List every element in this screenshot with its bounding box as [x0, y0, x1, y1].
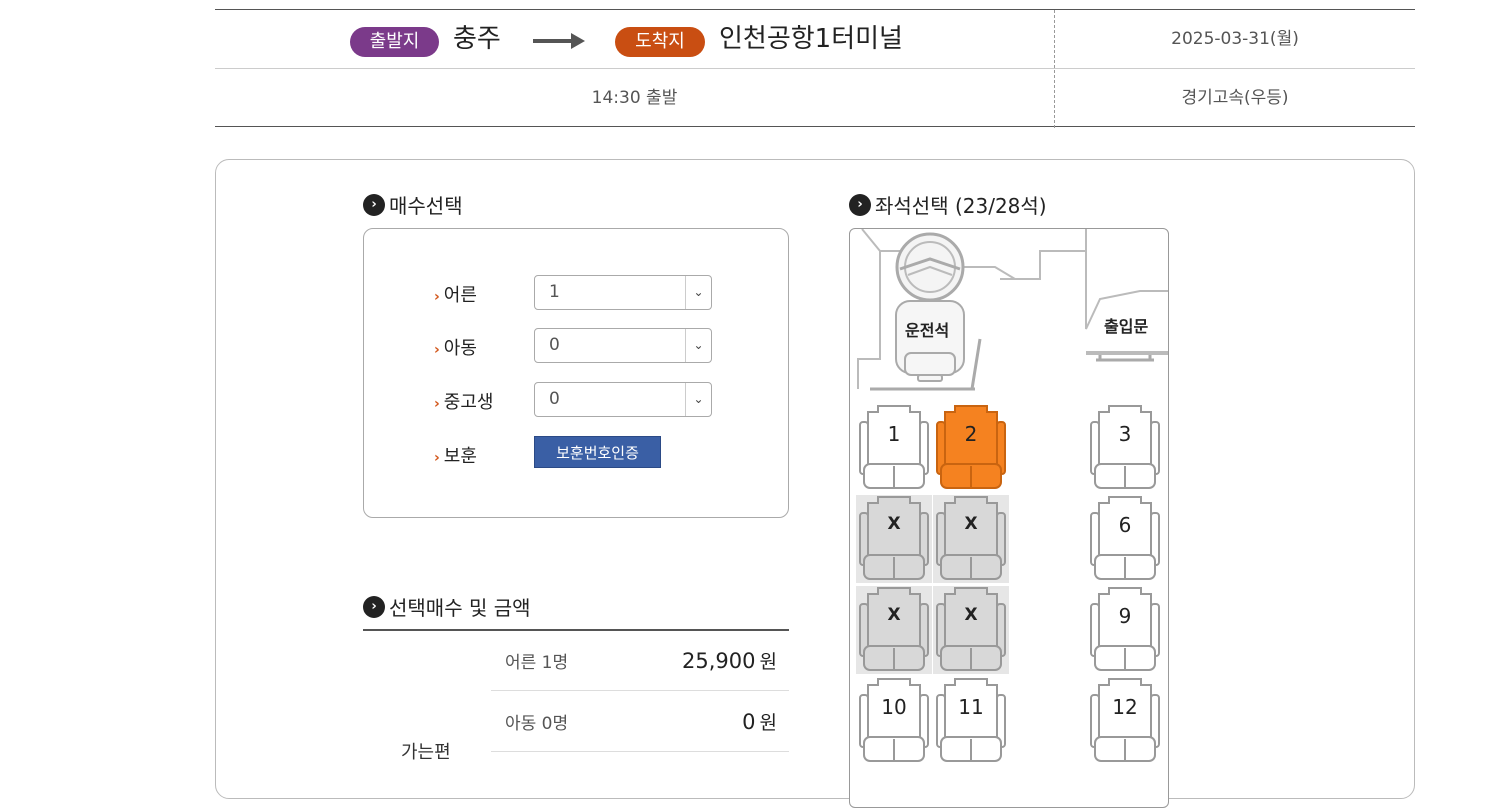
child-row: › 아동 0 ⌄	[364, 328, 790, 364]
chevron-right-circle-icon: ›	[363, 595, 385, 618]
adult-label: › 어른	[434, 281, 477, 307]
route-header: 출발지 충주 도착지 인천공항1터미널 2025-03-31(월) 14:30 …	[215, 9, 1415, 128]
trip-direction-label: 가는편	[401, 742, 451, 763]
adult-amount-value: 25,900	[682, 649, 756, 673]
arrival-badge: 도착지	[615, 27, 705, 57]
student-row: › 중고생 0 ⌄	[364, 382, 790, 418]
seat-icon	[859, 587, 929, 671]
departure-date: 2025-03-31(월)	[1171, 29, 1299, 49]
seat-number: 1	[887, 422, 901, 446]
chevron-right-icon: ›	[434, 342, 440, 358]
seat-icon	[859, 678, 929, 762]
adult-amount-unit: 원	[759, 651, 777, 673]
summary-child-label: 아동 0명	[505, 714, 569, 734]
seat-icon	[859, 496, 929, 580]
chevron-down-icon[interactable]: ⌄	[685, 329, 711, 362]
arrival-city: 인천공항1터미널	[719, 24, 903, 54]
chevron-right-icon: ›	[434, 396, 440, 412]
arrow-right-icon	[533, 33, 585, 49]
veteran-label: › 보훈	[434, 442, 477, 468]
driver-seat-label: 운전석	[905, 321, 950, 340]
summary-adult-amount: 25,900 원	[682, 647, 777, 674]
seat-number: X	[964, 605, 978, 625]
child-amount-value: 0	[742, 710, 756, 734]
seat-10[interactable]: 10	[856, 677, 932, 765]
summary-row-child: 아동 0명 0원	[491, 691, 789, 752]
quantity-box: › 어른 1 ⌄ › 아동 0 ⌄ › 중고생 0 ⌄ › 보훈 보훈번호인증	[363, 228, 789, 518]
seat-number: 2	[964, 422, 978, 446]
adult-select[interactable]: 1 ⌄	[534, 275, 712, 310]
door-label: 출입문	[1104, 317, 1149, 336]
student-select[interactable]: 0 ⌄	[534, 382, 712, 417]
seat-number: 9	[1118, 604, 1132, 628]
seat-9[interactable]: 9	[1087, 586, 1163, 674]
seat-number: X	[887, 605, 901, 625]
chevron-right-icon: ›	[434, 450, 440, 466]
seat-icon	[1090, 678, 1160, 762]
seat-section-title: › 좌석선택 (23/28석)	[849, 190, 1047, 219]
seat-number: 3	[1118, 422, 1132, 446]
seat-number: 10	[881, 695, 907, 719]
seat-icon	[1090, 405, 1160, 489]
chevron-right-circle-icon: ›	[363, 193, 385, 216]
summary-section-title: › 선택매수 및 금액	[363, 592, 531, 621]
seat-2[interactable]: 2	[933, 404, 1009, 492]
seat-6[interactable]: 6	[1087, 495, 1163, 583]
seat-map: 운전석 출입문 1 2 3 X X 6 X X 9 10 11 12	[849, 228, 1169, 808]
summary-adult-label: 어른 1명	[505, 653, 569, 673]
seat-title-text: 좌석선택 (23/28석)	[875, 194, 1047, 218]
child-label: › 아동	[434, 334, 477, 360]
veteran-verify-button[interactable]: 보훈번호인증	[534, 436, 661, 468]
route-row: 출발지 충주 도착지 인천공항1터미널 2025-03-31(월)	[215, 10, 1415, 69]
student-label: › 중고생	[434, 388, 493, 414]
veteran-row: › 보훈 보훈번호인증	[364, 436, 790, 472]
header-divider	[1054, 10, 1055, 128]
seat-number: 6	[1118, 513, 1132, 537]
chevron-right-icon: ›	[434, 289, 440, 305]
departure-time: 14:30 출발	[591, 88, 678, 108]
summary-child-amount: 0원	[742, 708, 777, 735]
seat-number: 11	[958, 695, 984, 719]
seat-icon	[936, 405, 1006, 489]
quantity-section-title: › 매수선택	[363, 190, 463, 219]
seat-number: X	[887, 514, 901, 534]
chevron-right-circle-icon: ›	[849, 193, 871, 216]
booking-panel: › 매수선택 › 어른 1 ⌄ › 아동 0 ⌄ › 중고생 0 ⌄ › 보훈 보훈번호인증 …	[215, 159, 1415, 808]
student-select-value: 0	[549, 389, 560, 409]
veteran-label-text: 보훈	[443, 446, 477, 467]
seat-taken: X	[856, 495, 932, 583]
seat-1[interactable]: 1	[856, 404, 932, 492]
summary-title-text: 선택매수 및 금액	[389, 596, 531, 620]
seat-icon	[936, 678, 1006, 762]
departure-badge: 출발지	[350, 27, 439, 57]
seat-11[interactable]: 11	[933, 677, 1009, 765]
seat-3[interactable]: 3	[1087, 404, 1163, 492]
seat-icon	[936, 496, 1006, 580]
child-amount-unit: 원	[759, 712, 777, 734]
seat-icon	[859, 405, 929, 489]
seat-icon	[936, 587, 1006, 671]
child-select-value: 0	[549, 335, 560, 355]
seat-taken: X	[933, 495, 1009, 583]
seat-icon	[1090, 587, 1160, 671]
chevron-down-icon[interactable]: ⌄	[685, 276, 711, 309]
bus-company: 경기고속(우등)	[1181, 88, 1289, 108]
seat-taken: X	[856, 586, 932, 674]
adult-select-value: 1	[549, 282, 560, 302]
seat-number: X	[964, 514, 978, 534]
seat-taken: X	[933, 586, 1009, 674]
child-label-text: 아동	[443, 338, 477, 359]
seat-number: 12	[1112, 695, 1138, 719]
quantity-title-text: 매수선택	[389, 194, 463, 218]
seat-icon	[1090, 496, 1160, 580]
adult-label-text: 어른	[443, 285, 477, 306]
departure-city: 충주	[453, 24, 501, 54]
chevron-down-icon[interactable]: ⌄	[685, 383, 711, 416]
child-select[interactable]: 0 ⌄	[534, 328, 712, 363]
summary-row-adult: 어른 1명 25,900 원	[491, 630, 789, 691]
seat-12[interactable]: 12	[1087, 677, 1163, 765]
time-row: 14:30 출발 경기고속(우등)	[215, 69, 1415, 128]
student-label-text: 중고생	[443, 392, 494, 413]
adult-row: › 어른 1 ⌄	[364, 275, 790, 311]
